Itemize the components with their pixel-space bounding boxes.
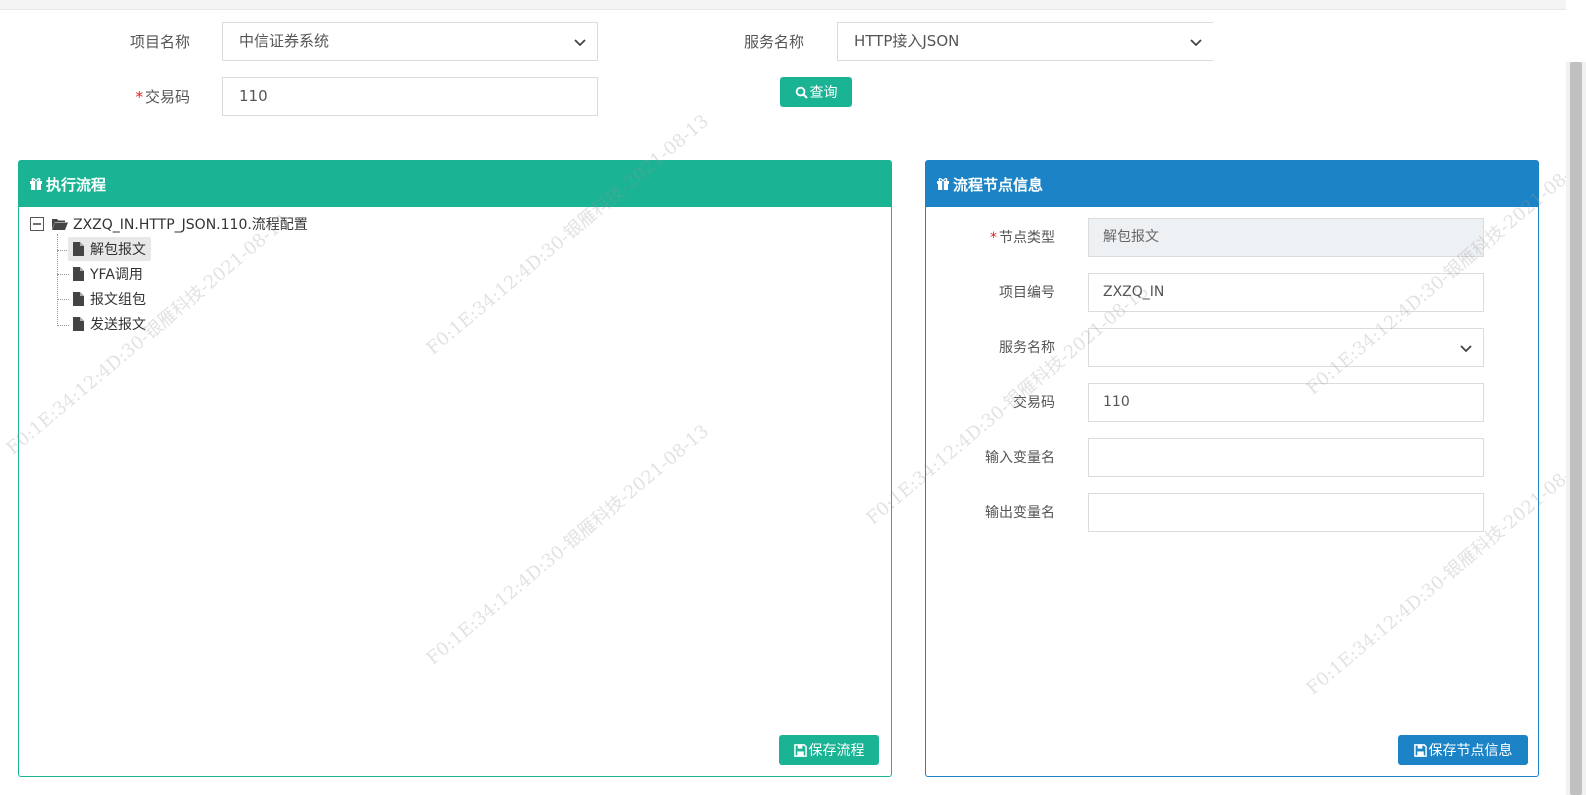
input-var-input[interactable] xyxy=(1088,438,1484,477)
collapse-icon[interactable] xyxy=(30,217,44,231)
tree-root[interactable]: ZXZQ_IN.HTTP_JSON.110.流程配置 xyxy=(30,213,308,235)
project-name-value: 中信证券系统 xyxy=(239,32,330,50)
tree-item-label: YFA调用 xyxy=(90,267,143,283)
node-txcode-input[interactable]: 110 xyxy=(1088,383,1484,422)
execution-flow-title: 执行流程 xyxy=(46,175,107,194)
tree-item-label: 解包报文 xyxy=(90,242,146,258)
query-button-label: 查询 xyxy=(809,85,838,101)
save-flow-button[interactable]: 保存流程 xyxy=(779,735,879,765)
file-icon xyxy=(73,267,84,281)
required-mark: * xyxy=(990,230,997,246)
project-no-value: ZXZQ_IN xyxy=(1103,284,1165,300)
tree-item[interactable]: 解包报文 xyxy=(68,237,151,261)
file-icon xyxy=(73,292,84,306)
project-name-select[interactable]: 中信证券系统 xyxy=(222,22,598,61)
node-type-value: 解包报文 xyxy=(1103,229,1159,245)
project-no-input[interactable]: ZXZQ_IN xyxy=(1088,273,1484,312)
tree-item[interactable]: 报文组包 xyxy=(68,288,151,310)
node-service-label: 服务名称 xyxy=(999,340,1055,356)
save-node-label: 保存节点信息 xyxy=(1428,743,1513,759)
txcode-value: 110 xyxy=(239,87,268,105)
input-var-label: 输入变量名 xyxy=(985,450,1055,466)
chevron-down-icon xyxy=(1189,35,1203,49)
project-name-label: 项目名称 xyxy=(129,33,190,51)
tree-item-label: 报文组包 xyxy=(90,292,146,308)
gift-icon xyxy=(30,178,42,190)
scrollbar-thumb[interactable] xyxy=(1570,62,1582,795)
save-flow-label: 保存流程 xyxy=(808,743,865,759)
tree-root-label: ZXZQ_IN.HTTP_JSON.110.流程配置 xyxy=(73,217,308,233)
folder-open-icon xyxy=(52,219,68,230)
node-type-label: * 节点类型 xyxy=(925,227,1055,247)
service-name-label: 服务名称 xyxy=(743,33,804,51)
node-type-field: 解包报文 xyxy=(1088,218,1484,257)
top-strip xyxy=(0,0,1566,10)
save-icon xyxy=(1413,743,1427,757)
gift-icon xyxy=(937,178,949,190)
save-node-button[interactable]: 保存节点信息 xyxy=(1398,735,1528,765)
service-name-select[interactable]: HTTP接入JSON xyxy=(837,22,1213,61)
node-txcode-value: 110 xyxy=(1103,394,1130,410)
node-type-label-text: 节点类型 xyxy=(999,230,1055,246)
project-no-label: 项目编号 xyxy=(999,285,1055,301)
txcode-label-text: 交易码 xyxy=(144,88,190,106)
tree-item-label: 发送报文 xyxy=(90,317,146,333)
output-var-input[interactable] xyxy=(1088,493,1484,532)
txcode-input[interactable]: 110 xyxy=(222,77,598,116)
node-info-title: 流程节点信息 xyxy=(953,175,1044,194)
output-var-label: 输出变量名 xyxy=(985,505,1055,521)
service-name-value: HTTP接入JSON xyxy=(854,32,960,50)
required-mark: * xyxy=(135,88,143,106)
tree-item[interactable]: 发送报文 xyxy=(68,313,151,335)
txcode-label: * 交易码 xyxy=(120,86,190,107)
node-info-header: 流程节点信息 xyxy=(926,161,1538,207)
tree-item[interactable]: YFA调用 xyxy=(68,263,148,285)
search-icon xyxy=(795,86,808,99)
query-button[interactable]: 查询 xyxy=(780,77,852,107)
chevron-down-icon xyxy=(1459,341,1473,355)
save-icon xyxy=(793,743,807,757)
file-icon xyxy=(73,317,84,331)
node-txcode-label: 交易码 xyxy=(1013,395,1055,411)
execution-flow-header: 执行流程 xyxy=(19,161,891,207)
chevron-down-icon xyxy=(573,35,587,49)
file-icon xyxy=(73,242,84,256)
vertical-scrollbar[interactable] xyxy=(1566,0,1586,795)
node-service-select[interactable] xyxy=(1088,328,1484,367)
